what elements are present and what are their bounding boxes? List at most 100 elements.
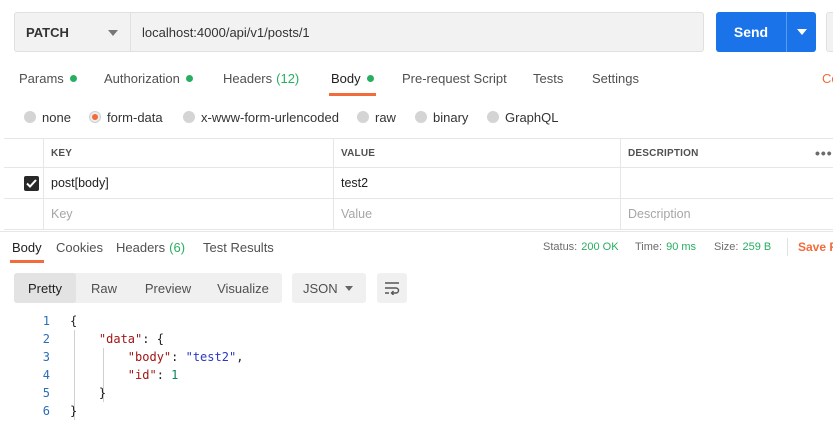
size-readout: Size: 259 B — [714, 232, 771, 262]
code-line: 5 } — [0, 384, 833, 402]
radio-graphql[interactable]: GraphQL — [487, 104, 558, 130]
code-text: } — [70, 404, 78, 418]
size-label: Size: — [714, 241, 739, 253]
radio-label: x-www-form-urlencoded — [201, 109, 339, 125]
column-header-description: DESCRIPTION — [620, 139, 833, 167]
line-number: 5 — [42, 386, 50, 400]
tab-params[interactable]: Params — [19, 60, 77, 96]
value-input[interactable]: Value — [333, 199, 620, 229]
radio-raw[interactable]: raw — [357, 104, 396, 130]
tab-label: Authorization — [104, 70, 180, 86]
value-cell[interactable]: test2 — [333, 168, 620, 198]
radio-label: binary — [433, 109, 469, 125]
code-line: 4 "id": 1 — [0, 366, 833, 384]
radio-label: none — [42, 109, 71, 125]
tab-settings[interactable]: Settings — [592, 60, 639, 96]
line-number: 6 — [42, 404, 50, 418]
send-button-group: Send — [716, 12, 816, 52]
radio-none[interactable]: none — [24, 104, 71, 130]
save-button[interactable] — [826, 12, 833, 52]
body-type-group: none form-data x-www-form-urlencoded raw… — [0, 104, 833, 130]
chevron-down-icon — [796, 29, 807, 35]
response-code-view[interactable]: 1 { 2 "data": { 3 "body": "test2", 4 "id… — [0, 312, 833, 440]
response-tab-headers[interactable]: Headers (6) — [116, 232, 185, 262]
wrap-lines-icon — [385, 282, 400, 295]
view-mode-group: Pretty Raw Preview Visualize — [14, 273, 282, 303]
tab-count: (6) — [169, 239, 186, 255]
method-select[interactable]: PATCH — [14, 12, 130, 52]
description-input[interactable]: Description — [620, 199, 833, 229]
code-text: { — [70, 314, 78, 328]
radio-circle — [415, 111, 427, 123]
time-value: 90 ms — [666, 241, 697, 253]
table-header-row: KEY VALUE DESCRIPTION ••• — [4, 139, 833, 168]
tab-label: Settings — [592, 70, 639, 86]
code-text: "id": 1 — [127, 368, 179, 382]
wrap-lines-button[interactable] — [377, 273, 407, 303]
tab-label: Headers — [116, 239, 166, 255]
chevron-down-icon — [345, 286, 353, 291]
radio-label: raw — [375, 109, 396, 125]
json-punct: : { — [142, 332, 164, 346]
response-tab-body[interactable]: Body — [10, 232, 44, 263]
url-input[interactable]: localhost:4000/api/v1/posts/1 — [130, 12, 704, 52]
status-dot — [185, 74, 193, 82]
json-string: "test2" — [185, 350, 237, 364]
json-key: "id" — [127, 368, 157, 382]
send-options-button[interactable] — [786, 12, 816, 52]
url-text: localhost:4000/api/v1/posts/1 — [142, 24, 310, 40]
radio-form-data[interactable]: form-data — [89, 104, 163, 130]
radio-circle — [24, 111, 36, 123]
status-readout: Status: 200 OK — [543, 232, 619, 262]
response-tab-test-results[interactable]: Test Results — [203, 232, 274, 262]
response-tab-cookies[interactable]: Cookies — [56, 232, 103, 262]
key-cell[interactable]: post[body] — [43, 168, 333, 198]
method-label: PATCH — [26, 24, 69, 40]
view-preview-button[interactable]: Preview — [132, 273, 204, 303]
code-line: 1 { — [0, 312, 833, 330]
radio-circle — [357, 111, 369, 123]
json-key: "body" — [127, 350, 172, 364]
table-row-empty: Key Value Description — [4, 199, 833, 230]
row-checkbox[interactable] — [24, 176, 39, 191]
code-line: 2 "data": { — [0, 330, 833, 348]
tab-headers[interactable]: Headers (12) — [223, 60, 299, 96]
tab-label: Tests — [533, 70, 564, 86]
send-button[interactable]: Send — [716, 12, 786, 52]
save-response-button[interactable]: Save R — [787, 238, 833, 256]
line-number: 2 — [42, 332, 50, 346]
view-pretty-button[interactable]: Pretty — [14, 273, 76, 303]
description-cell[interactable] — [620, 168, 833, 198]
line-number: 4 — [42, 368, 50, 382]
time-readout: Time: 90 ms — [635, 232, 696, 262]
format-select[interactable]: JSON — [292, 273, 366, 303]
json-key: "data" — [98, 332, 143, 346]
status-label: Status: — [543, 241, 578, 253]
tab-tests[interactable]: Tests — [533, 60, 563, 96]
column-header-value: VALUE — [333, 139, 620, 167]
radio-circle — [487, 111, 499, 123]
more-options-icon[interactable]: ••• — [815, 139, 833, 167]
tab-label: Pre-request Script — [402, 70, 507, 86]
radio-circle — [183, 111, 195, 123]
status-value: 200 OK — [581, 241, 619, 253]
tab-pre-request-script[interactable]: Pre-request Script — [402, 60, 507, 96]
request-bar: PATCH localhost:4000/api/v1/posts/1 — [14, 12, 704, 52]
tab-body[interactable]: Body — [329, 60, 376, 96]
radio-circle-checked — [89, 111, 101, 123]
tab-authorization[interactable]: Authorization — [104, 60, 193, 96]
key-input[interactable]: Key — [43, 199, 333, 229]
view-visualize-button[interactable]: Visualize — [204, 273, 282, 303]
radio-binary[interactable]: binary — [415, 104, 468, 130]
response-bar: Body Cookies Headers (6) Test Results Sta… — [0, 231, 833, 263]
cookies-link[interactable]: Co — [822, 60, 833, 96]
code-text: "data": { — [70, 332, 164, 346]
tab-label: Params — [19, 70, 64, 86]
view-raw-button[interactable]: Raw — [76, 273, 132, 303]
radio-label: form-data — [107, 109, 163, 125]
radio-label: GraphQL — [505, 109, 559, 125]
radio-x-www-form-urlencoded[interactable]: x-www-form-urlencoded — [183, 104, 339, 130]
params-table: KEY VALUE DESCRIPTION ••• post[body] tes… — [4, 138, 833, 230]
status-dot — [366, 74, 374, 82]
column-header-key: KEY — [43, 139, 333, 167]
